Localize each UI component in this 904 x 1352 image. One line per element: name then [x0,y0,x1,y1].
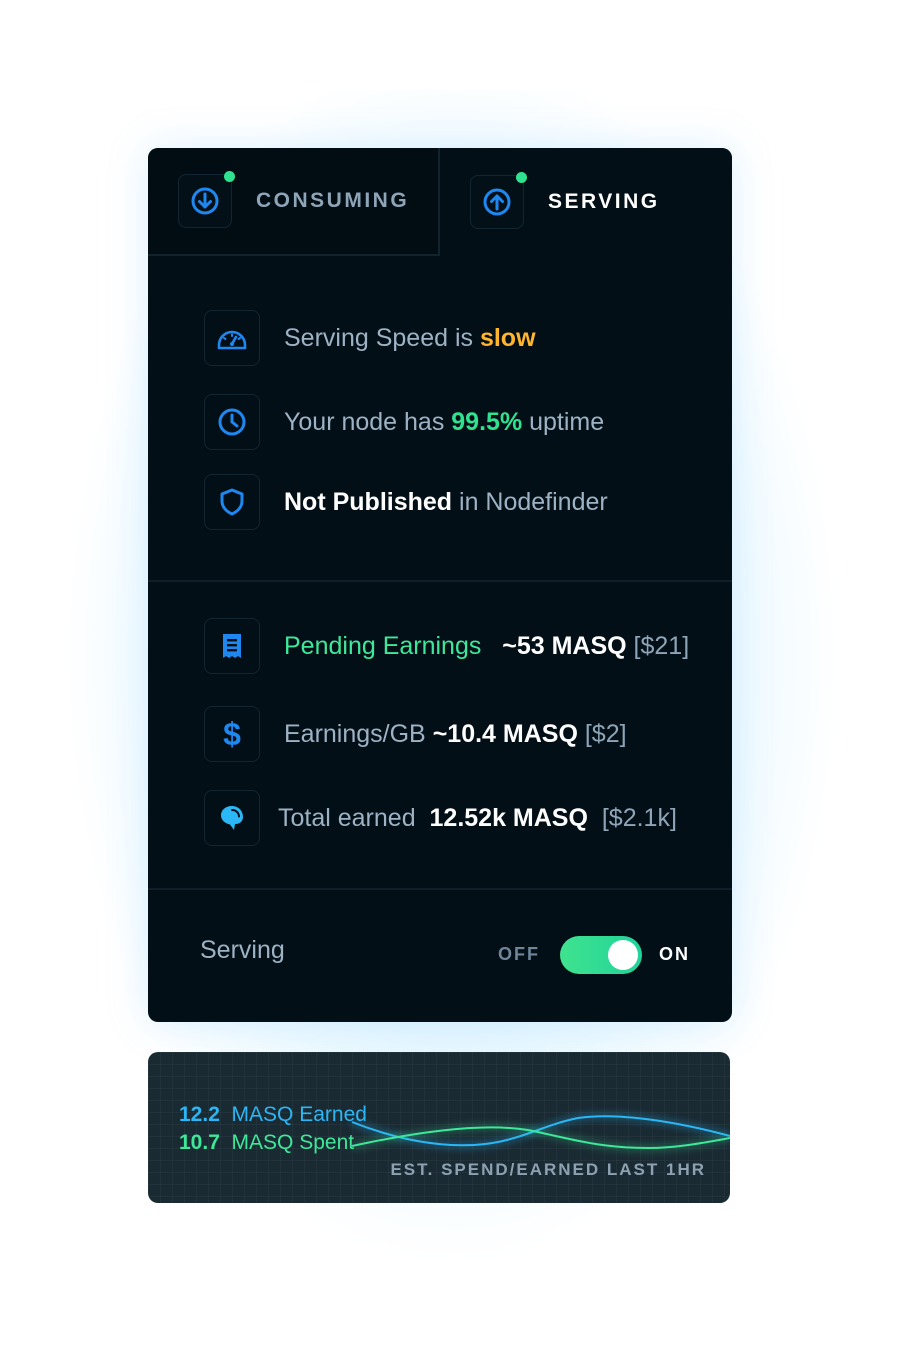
tab-serving-label: SERVING [548,190,660,213]
total-amount: 12.52k MASQ [429,803,588,832]
serving-label: Serving [200,936,285,964]
serving-icon-box [470,172,527,229]
toggle-on-label: ON [659,944,690,964]
consuming-status-dot [224,171,235,182]
total-icon-box [204,790,260,846]
earnings-per-gb-row: $ Earnings/GB ~10.4 MASQ [$2] [204,706,627,762]
uptime-value: 99.5% [451,407,523,436]
chart-canvas [350,1113,730,1152]
per-gb-text: Earnings/GB ~10.4 MASQ [$2] [284,720,627,749]
pending-usd: [$21] [633,631,690,660]
uptime-suffix: uptime [522,407,605,436]
publish-suffix: in Nodefinder [452,487,608,516]
publish-row: Not Published in Nodefinder [204,474,608,530]
serving-panel: CONSUMING SERVING Serving Speed is slow [148,148,732,1022]
mode-tabs: CONSUMING SERVING [148,148,732,256]
per-gb-usd: [$2] [584,719,627,748]
total-earned-row: Total earned 12.52k MASQ [$2.1k] [204,790,677,846]
consuming-icon-box [178,171,235,228]
spent-value: 10.7 [179,1131,220,1154]
total-usd: [$2.1k] [601,803,677,832]
total-text: Total earned 12.52k MASQ [$2.1k] [278,804,677,833]
per-gb-amount: ~10.4 MASQ [432,719,578,748]
spent-line-glow [351,1124,730,1152]
publish-icon-box [204,474,260,530]
chart-caption: EST. SPEND/EARNED LAST 1HR [390,1160,706,1179]
legend-earned: 12.2 MASQ Earned [179,1103,367,1127]
total-label: Total earned [278,803,416,832]
uptime-icon-box [204,394,260,450]
svg-text:$: $ [223,717,241,751]
toggle-knob [608,940,638,970]
pending-text: Pending Earnings ~53 MASQ [$21] [284,632,689,661]
divider-status [148,580,732,582]
pending-label: Pending Earnings [284,631,482,660]
serving-toggle[interactable] [560,936,642,974]
per-gb-icon-box: $ [204,706,260,762]
uptime-text: Your node has 99.5% uptime [284,408,604,437]
uptime-row: Your node has 99.5% uptime [204,394,604,450]
receipt-icon [223,634,241,658]
publish-value: Not Published [284,487,453,516]
speed-text: Serving Speed is slow [284,324,536,353]
pending-amount: ~53 MASQ [502,631,627,660]
tab-consuming[interactable]: CONSUMING [148,148,440,256]
arrow-up-circle-icon [483,188,511,216]
legend-spent: 10.7 MASQ Spent [179,1131,354,1155]
clock-icon [218,408,246,436]
publish-text: Not Published in Nodefinder [284,488,608,517]
masq-logo-icon [221,806,243,830]
divider-earnings [148,888,732,890]
earned-value: 12.2 [179,1103,220,1126]
spent-label: MASQ Spent [231,1131,355,1154]
speed-value: slow [479,323,536,352]
speed-icon-box [204,310,260,366]
speedometer-icon [217,330,247,350]
pending-earnings-row: Pending Earnings ~53 MASQ [$21] [204,618,689,674]
speed-row: Serving Speed is slow [204,310,536,366]
arrow-down-circle-icon [191,187,219,215]
dollar-icon: $ [223,717,241,751]
tab-serving[interactable]: SERVING [440,148,732,256]
pending-icon-box [204,618,260,674]
serving-status-dot [516,172,527,183]
per-gb-label: Earnings/GB [284,719,426,748]
tab-consuming-label: CONSUMING [256,189,410,212]
speed-prefix: Serving Speed is [284,323,480,352]
uptime-prefix: Your node has [284,407,452,436]
earned-label: MASQ Earned [231,1103,367,1126]
toggle-off-label: OFF [498,944,540,964]
spend-earned-chart: 12.2 MASQ Earned 10.7 MASQ Spent EST. SP… [148,1052,730,1203]
shield-icon [220,488,244,516]
